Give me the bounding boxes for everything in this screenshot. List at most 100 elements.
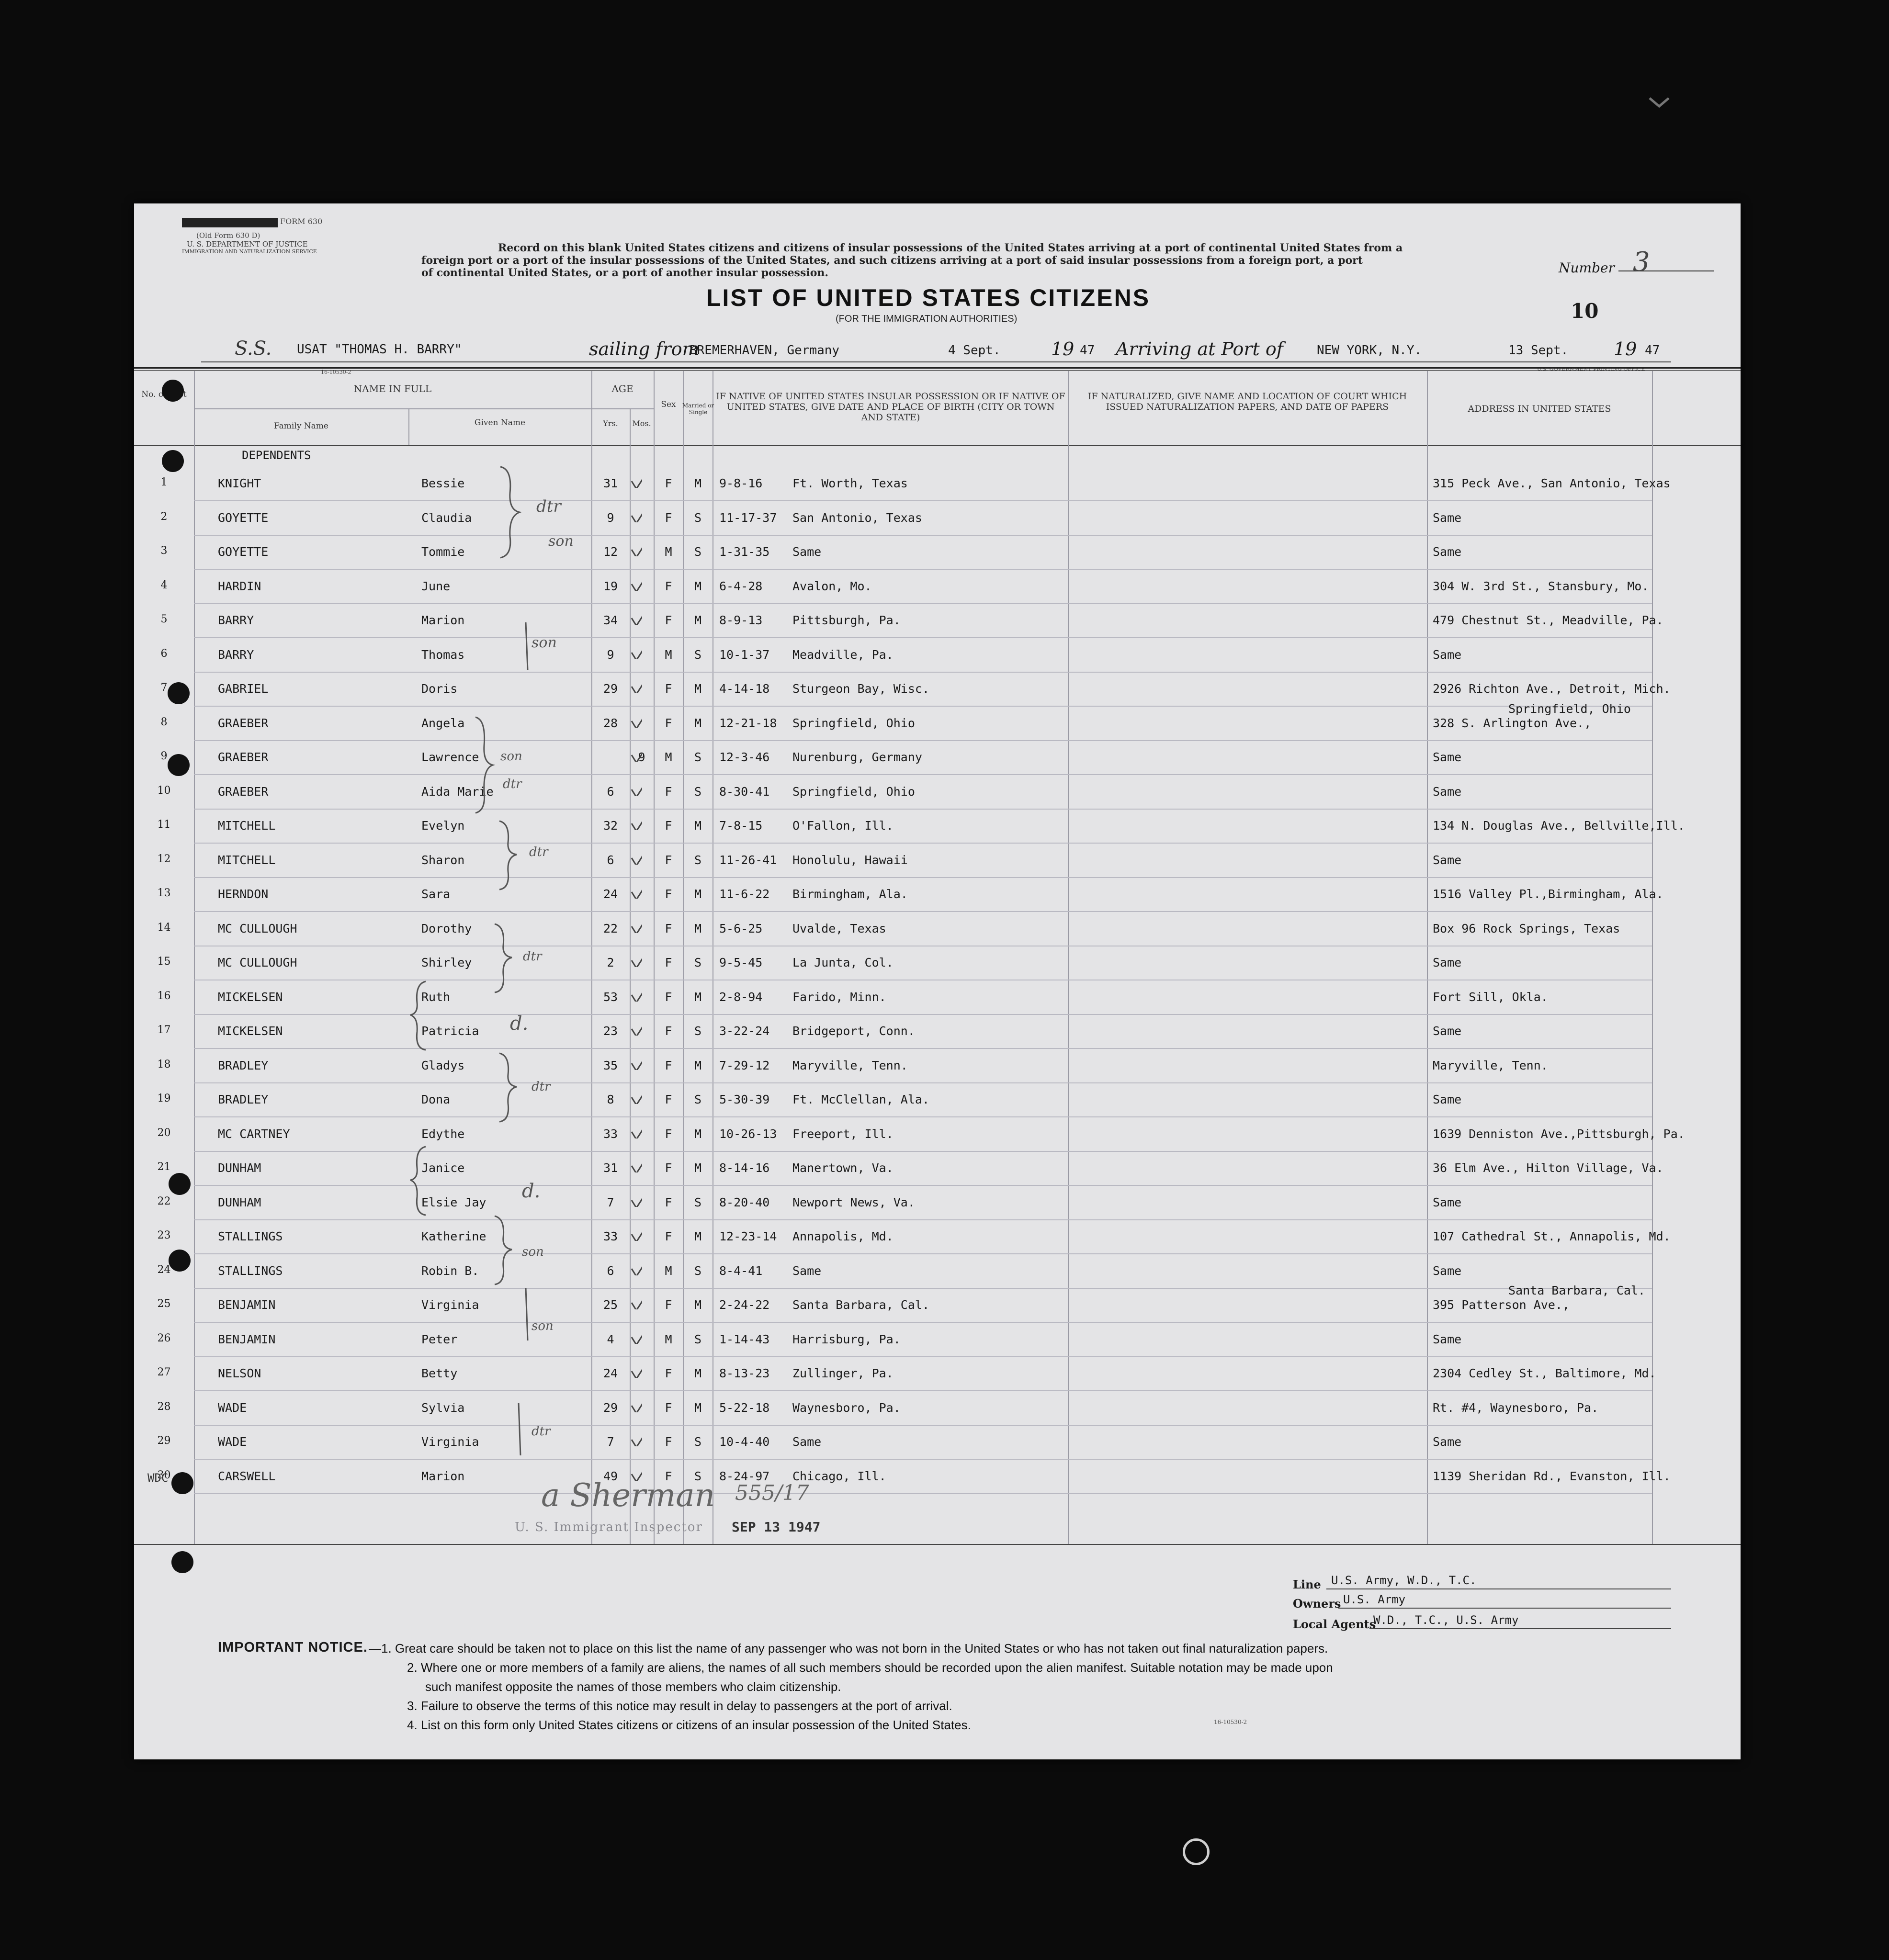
- cell-family-name: GRAEBER: [218, 750, 269, 764]
- depart-year-prefix: 19: [1051, 338, 1075, 360]
- punch-hole: [168, 754, 190, 776]
- old-form: (Old Form 630 D): [196, 231, 260, 240]
- cell-family-name: HERNDON: [218, 887, 269, 901]
- check-mark-icon: [631, 684, 642, 693]
- sailing-from-label: sailing from: [589, 338, 700, 360]
- cell-marital: M: [694, 579, 702, 593]
- cell-family-name: GABRIEL: [218, 682, 269, 696]
- row-rule: [194, 740, 1652, 741]
- instructions: Record on this blank United States citiz…: [421, 242, 1475, 279]
- cell-family-name: STALLINGS: [218, 1263, 283, 1278]
- cell-sex: F: [665, 1126, 672, 1141]
- inspector-signature: a Sherman: [541, 1477, 715, 1514]
- cell-sex: F: [665, 1366, 672, 1380]
- cell-family-name: DUNHAM: [218, 1195, 261, 1209]
- annotation-d: d.: [510, 1013, 529, 1035]
- cell-birth-place: O'Fallon, Ill.: [792, 819, 894, 833]
- service: IMMIGRATION AND NATURALIZATION SERVICE: [182, 248, 317, 255]
- cell-address: Same: [1433, 1332, 1462, 1346]
- cell-given-name: Doris: [421, 682, 458, 696]
- cell-birth-date: 10-1-37: [719, 647, 770, 662]
- cell-address: 107 Cathedral St., Annapolis, Md.: [1433, 1229, 1671, 1243]
- cell-marital: M: [694, 1366, 702, 1380]
- cell-family-name: BENJAMIN: [218, 1298, 276, 1312]
- cell-birth-place: Springfield, Ohio: [792, 784, 915, 799]
- table-bottom-border: [134, 1544, 1741, 1545]
- notice-heading: IMPORTANT NOTICE.: [218, 1640, 368, 1655]
- cell-age-yrs: 6: [607, 1263, 614, 1278]
- row-rule: [194, 877, 1652, 878]
- cell-given-name: Angela: [421, 716, 465, 730]
- check-mark-icon: [631, 752, 642, 762]
- cell-birth-place: Avalon, Mo.: [792, 579, 872, 593]
- cell-address-city: Springfield, Ohio: [1508, 701, 1631, 716]
- cell-given-name: Marion: [421, 613, 465, 627]
- cell-family-name: DUNHAM: [218, 1161, 261, 1175]
- annotation-son: son: [548, 533, 574, 550]
- cell-address: Same: [1433, 545, 1462, 559]
- cell-sex: F: [665, 510, 672, 525]
- cell-age-yrs: 33: [603, 1126, 618, 1141]
- cell-family-name: MC CULLOUGH: [218, 956, 297, 969]
- check-mark-icon: [631, 1129, 642, 1138]
- cell-sex: F: [665, 1400, 672, 1415]
- page-number: 10: [1571, 299, 1599, 323]
- col-header-yrs: Yrs.: [603, 419, 618, 428]
- cell-family-name: MICKELSEN: [218, 1024, 283, 1038]
- cell-birth-date: 11-6-22: [719, 887, 770, 901]
- owners-label: Owners: [1293, 1597, 1341, 1611]
- cell-age-yrs: 28: [603, 716, 618, 730]
- film-marker: [1183, 1838, 1210, 1865]
- cell-birth-place: Same: [792, 1263, 822, 1278]
- chevron-down-icon: [1649, 97, 1670, 108]
- cell-given-name: Sharon: [421, 853, 465, 867]
- cell-marital: M: [694, 716, 702, 730]
- cell-given-name: Claudia: [421, 510, 472, 525]
- cell-birth-date: 7-29-12: [719, 1058, 770, 1072]
- cell-no: 12: [157, 853, 171, 865]
- check-mark-icon: [631, 992, 642, 1002]
- cell-age-yrs: 29: [603, 1400, 618, 1415]
- tick-mark: [525, 1287, 529, 1341]
- cell-given-name: Katherine: [421, 1229, 486, 1243]
- row-rule: [194, 603, 1652, 604]
- cell-address: 2304 Cedley St., Baltimore, Md.: [1433, 1366, 1656, 1380]
- cell-birth-place: Annapolis, Md.: [792, 1229, 894, 1243]
- cell-marital: M: [694, 1298, 702, 1312]
- cell-marital: M: [694, 613, 702, 627]
- cell-sex: F: [665, 1058, 672, 1072]
- cell-address: Rt. #4, Waynesboro, Pa.: [1433, 1400, 1599, 1415]
- cell-age-yrs: 7: [607, 1435, 614, 1449]
- inspector-label: U. S. Immigrant Inspector: [515, 1520, 703, 1534]
- cell-birth-place: Ft. Worth, Texas: [792, 476, 908, 490]
- cell-family-name: BENJAMIN: [218, 1332, 276, 1346]
- cell-birth-place: Santa Barbara, Cal.: [792, 1298, 929, 1312]
- cell-sex: M: [665, 750, 672, 764]
- notice-item: —1. Great care should be taken not to pl…: [369, 1641, 1328, 1656]
- section-label: DEPENDENTS: [242, 449, 311, 462]
- table-top-border: [134, 367, 1741, 369]
- cell-birth-date: 5-22-18: [719, 1400, 770, 1415]
- col-header-age: AGE: [611, 383, 633, 394]
- check-mark-icon: [631, 1300, 642, 1309]
- cell-marital: S: [694, 853, 702, 867]
- cell-sex: M: [665, 647, 672, 662]
- cell-address: Same: [1433, 784, 1462, 799]
- cell-sex: F: [665, 1093, 672, 1106]
- check-mark-icon: [631, 1231, 642, 1241]
- row-rule: [194, 1356, 1652, 1357]
- brace-mark: [499, 820, 517, 890]
- cell-age-yrs: 34: [603, 613, 618, 627]
- check-mark-icon: [631, 957, 642, 967]
- cell-age-yrs: 31: [603, 1161, 618, 1175]
- check-mark-icon: [631, 1094, 642, 1104]
- depart-date: 4 Sept.: [948, 343, 1001, 358]
- annotation-son: son: [522, 1245, 544, 1259]
- cell-sex: F: [665, 1298, 672, 1312]
- cell-no: 2: [160, 510, 168, 523]
- cell-address: Box 96 Rock Springs, Texas: [1433, 921, 1620, 935]
- cell-address: Same: [1433, 1435, 1462, 1449]
- row-rule: [194, 774, 1652, 775]
- punch-hole: [171, 1551, 193, 1573]
- cell-no: 17: [157, 1024, 171, 1036]
